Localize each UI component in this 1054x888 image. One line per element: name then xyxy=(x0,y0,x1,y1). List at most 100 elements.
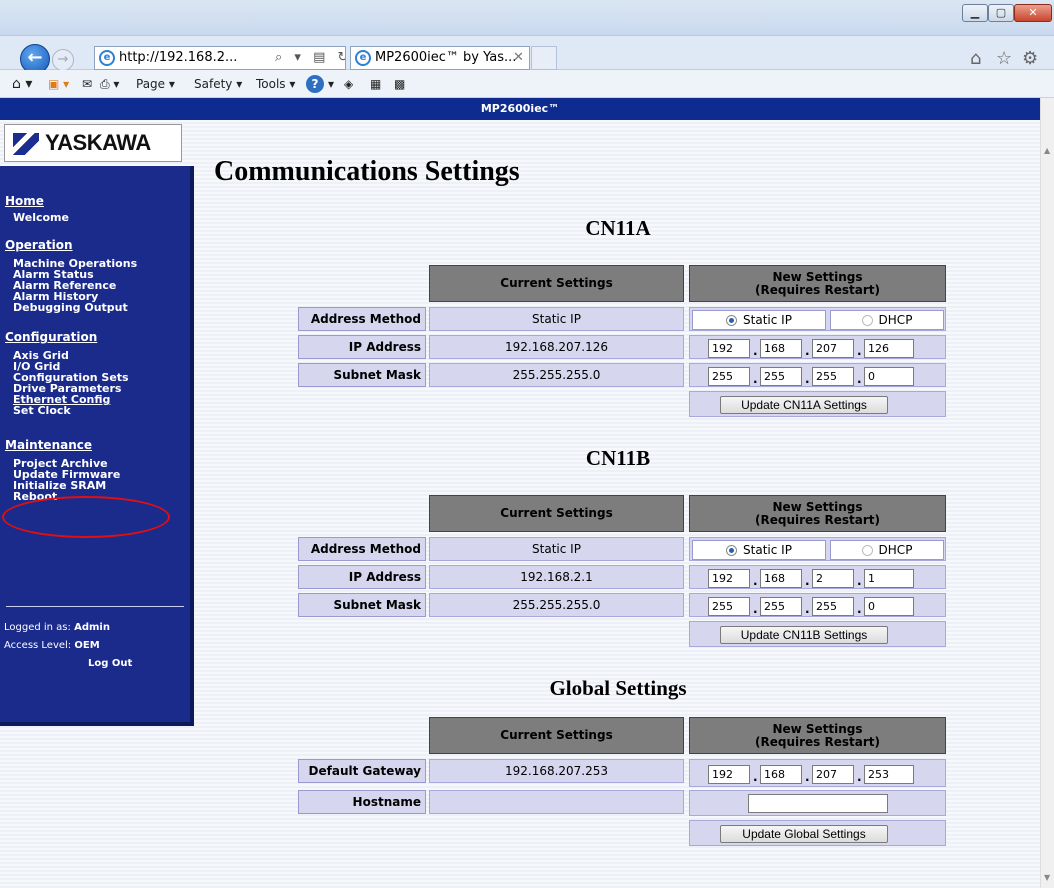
addon-icon[interactable]: ▦ xyxy=(370,70,381,98)
static-ip-radio[interactable]: Static IP xyxy=(692,540,826,560)
current-hostname xyxy=(429,790,684,814)
forward-arrow-icon[interactable]: → xyxy=(52,49,74,71)
col-header-new: New Settings (Requires Restart) xyxy=(689,265,946,302)
mask-octet-4[interactable] xyxy=(864,597,914,616)
access-level-value: OEM xyxy=(74,640,100,651)
radio-unselected-icon[interactable] xyxy=(861,314,873,326)
page-title: Communications Settings xyxy=(214,156,520,187)
hostname-input[interactable] xyxy=(748,794,888,813)
mail-icon[interactable]: ✉ xyxy=(82,70,92,98)
sidebar-header-configuration[interactable]: Configuration xyxy=(5,330,97,344)
command-bar: ⌂ ▾ ▣ ▾ ✉ ⎙ ▾ Page ▾ Safety ▾ Tools ▾ ? … xyxy=(0,70,1054,98)
scroll-up-icon[interactable]: ▲ xyxy=(1044,146,1050,155)
scroll-down-icon[interactable]: ▼ xyxy=(1044,873,1050,882)
current-subnet-mask: 255.255.255.0 xyxy=(429,363,684,387)
address-controls[interactable]: ⌕ ▾ ▤ ↻ ✕ xyxy=(275,47,345,69)
safety-menu[interactable]: Safety ▾ xyxy=(194,70,242,98)
col-header-current: Current Settings xyxy=(429,717,684,754)
new-address-method-cell: Static IP DHCP xyxy=(689,307,946,331)
close-icon[interactable]: ✕ xyxy=(1014,4,1052,22)
dhcp-radio[interactable]: DHCP xyxy=(830,540,944,560)
radio-selected-icon[interactable] xyxy=(726,544,738,556)
radio-unselected-icon[interactable] xyxy=(861,544,873,556)
sidebar-divider xyxy=(6,606,184,607)
radio-selected-icon[interactable] xyxy=(726,314,738,326)
ip-octet-4[interactable] xyxy=(864,569,914,588)
gateway-octet-1[interactable] xyxy=(708,765,750,784)
row-label-subnet-mask: Subnet Mask xyxy=(298,363,426,387)
row-label-subnet-mask: Subnet Mask xyxy=(298,593,426,617)
new-mask-cell: . . . xyxy=(689,363,946,387)
ip-octet-2[interactable] xyxy=(760,339,802,358)
update-cn11a-button[interactable]: Update CN11A Settings xyxy=(720,396,888,414)
favorites-star-icon[interactable]: ☆ xyxy=(996,48,1012,69)
row-label-ip-address: IP Address xyxy=(298,335,426,359)
update-cn11a-cell: Update CN11A Settings xyxy=(689,391,946,417)
static-ip-radio[interactable]: Static IP xyxy=(692,310,826,330)
new-ip-cell: . . . xyxy=(689,565,946,589)
sidebar-header-operation[interactable]: Operation xyxy=(5,238,73,252)
ip-octet-1[interactable] xyxy=(708,339,750,358)
update-cn11b-button[interactable]: Update CN11B Settings xyxy=(720,626,888,644)
row-label-hostname: Hostname xyxy=(298,790,426,814)
home-icon[interactable]: ⌂ xyxy=(970,48,981,69)
help-dropdown-icon[interactable]: ▾ xyxy=(328,70,334,98)
window-titlebar: ▁ ▢ ✕ xyxy=(0,0,1054,36)
yaskawa-mark-icon xyxy=(13,133,39,155)
gateway-octet-4[interactable] xyxy=(864,765,914,784)
new-gateway-cell: . . . xyxy=(689,759,946,787)
yaskawa-logo: YASKAWA xyxy=(4,124,182,162)
page-menu[interactable]: Page ▾ xyxy=(136,70,175,98)
sidebar-header-maintenance[interactable]: Maintenance xyxy=(5,438,92,452)
mask-octet-1[interactable] xyxy=(708,367,750,386)
tab-close-icon[interactable]: ✕ xyxy=(513,47,524,69)
sidebar-header-home[interactable]: Home xyxy=(5,194,44,208)
logout-link[interactable]: Log Out xyxy=(88,658,132,669)
update-global-button[interactable]: Update Global Settings xyxy=(720,825,888,843)
current-ip-address: 192.168.207.126 xyxy=(429,335,684,359)
ip-octet-3[interactable] xyxy=(812,339,854,358)
research-icon[interactable]: ◈ xyxy=(344,70,353,98)
app-banner: MP2600iec™ xyxy=(0,98,1040,120)
logged-in-label: Logged in as: Admin xyxy=(4,622,110,633)
maximize-icon[interactable]: ▢ xyxy=(988,4,1014,22)
browser-tab[interactable]: e MP2600iec™ by Yas... ✕ xyxy=(350,46,530,70)
ip-octet-3[interactable] xyxy=(812,569,854,588)
gateway-octet-3[interactable] xyxy=(812,765,854,784)
gateway-octet-2[interactable] xyxy=(760,765,802,784)
addon-icon-2[interactable]: ▩ xyxy=(394,70,405,98)
help-icon[interactable]: ? xyxy=(306,75,324,93)
address-text[interactable]: http://192.168.2... xyxy=(119,47,237,69)
sidebar-item-set-clock[interactable]: Set Clock xyxy=(13,405,71,416)
print-icon[interactable]: ⎙ ▾ xyxy=(100,70,119,98)
sidebar-item-welcome[interactable]: Welcome xyxy=(13,212,69,223)
ip-octet-1[interactable] xyxy=(708,569,750,588)
page-viewport: MP2600iec™ YASKAWA Home Welcome Operatio… xyxy=(0,98,1054,888)
feeds-icon[interactable]: ▣ ▾ xyxy=(48,70,69,98)
new-address-method-cell: Static IP DHCP xyxy=(689,537,946,561)
mask-octet-3[interactable] xyxy=(812,597,854,616)
row-label-address-method: Address Method xyxy=(298,537,426,561)
minimize-icon[interactable]: ▁ xyxy=(962,4,988,22)
tools-menu[interactable]: Tools ▾ xyxy=(256,70,295,98)
sidebar-item-debugging-output[interactable]: Debugging Output xyxy=(13,302,128,313)
sidebar-nav: Home Welcome Operation Machine Operation… xyxy=(0,166,194,726)
gear-icon[interactable]: ⚙ xyxy=(1022,48,1038,69)
row-label-address-method: Address Method xyxy=(298,307,426,331)
mask-octet-4[interactable] xyxy=(864,367,914,386)
new-tab-button[interactable] xyxy=(531,46,557,70)
current-default-gateway: 192.168.207.253 xyxy=(429,759,684,783)
tab-title[interactable]: MP2600iec™ by Yas... xyxy=(375,47,516,69)
mask-octet-1[interactable] xyxy=(708,597,750,616)
address-bar[interactable]: e http://192.168.2... ⌕ ▾ ▤ ↻ ✕ xyxy=(94,46,346,70)
vertical-scrollbar[interactable]: ▲ ▼ xyxy=(1040,98,1054,888)
section-title-global: Global Settings xyxy=(549,676,687,700)
home-icon[interactable]: ⌂ ▾ xyxy=(12,70,32,98)
mask-octet-3[interactable] xyxy=(812,367,854,386)
dhcp-radio[interactable]: DHCP xyxy=(830,310,944,330)
mask-octet-2[interactable] xyxy=(760,367,802,386)
mask-octet-2[interactable] xyxy=(760,597,802,616)
ip-octet-2[interactable] xyxy=(760,569,802,588)
current-subnet-mask: 255.255.255.0 xyxy=(429,593,684,617)
ip-octet-4[interactable] xyxy=(864,339,914,358)
